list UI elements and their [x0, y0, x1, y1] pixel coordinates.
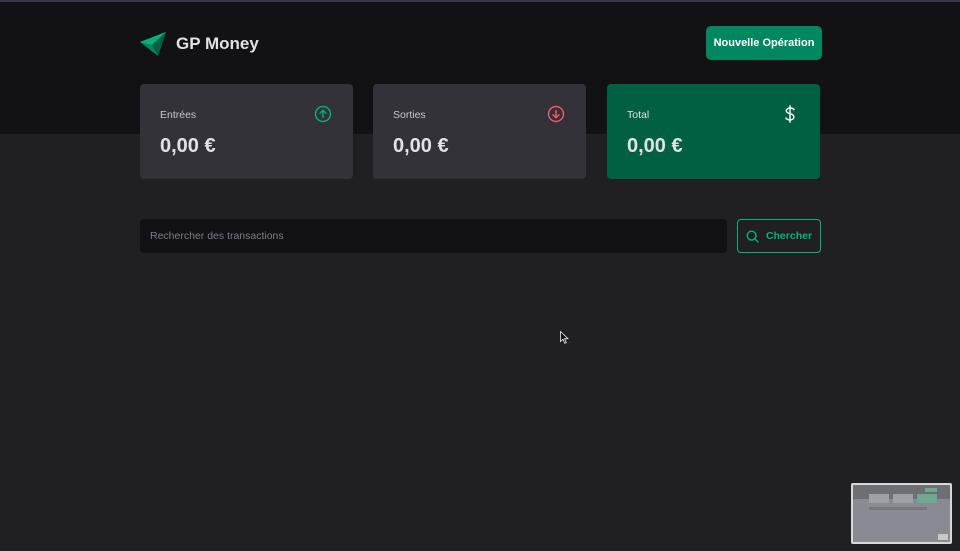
thumbnail-card: [893, 494, 913, 503]
income-value: 0,00 €: [160, 135, 216, 157]
logo-icon: [140, 32, 166, 56]
search-input[interactable]: [140, 219, 727, 253]
screen-preview-thumbnail[interactable]: [851, 483, 952, 544]
search-icon: [746, 229, 759, 243]
mouse-cursor-icon: [560, 331, 569, 344]
thumbnail-corner: [938, 534, 948, 540]
dollar-sign-icon: [781, 105, 799, 123]
summary-card-outcome: Sorties 0,00 €: [373, 84, 586, 179]
total-value: 0,00 €: [627, 135, 683, 157]
outcome-value: 0,00 €: [393, 135, 449, 157]
outcome-label: Sorties: [393, 109, 426, 121]
arrow-circle-down-icon: [547, 105, 565, 123]
income-label: Entrées: [160, 109, 197, 121]
thumbnail-search-bar: [869, 507, 927, 510]
summary-card-income: Entrées 0,00 €: [140, 84, 353, 179]
thumbnail-card: [869, 494, 889, 503]
total-label: Total: [627, 109, 650, 121]
new-operation-button[interactable]: Nouvelle Opération: [706, 26, 822, 60]
brand[interactable]: GP Money: [140, 32, 259, 56]
summary-card-total: Total 0,00 €: [607, 84, 820, 179]
arrow-circle-up-icon: [314, 105, 332, 123]
thumbnail-button: [925, 488, 937, 492]
search-button-label: Chercher: [765, 230, 813, 242]
thumbnail-card: [917, 494, 937, 503]
search-button[interactable]: Chercher: [737, 219, 821, 253]
brand-name: GP Money: [176, 34, 259, 53]
